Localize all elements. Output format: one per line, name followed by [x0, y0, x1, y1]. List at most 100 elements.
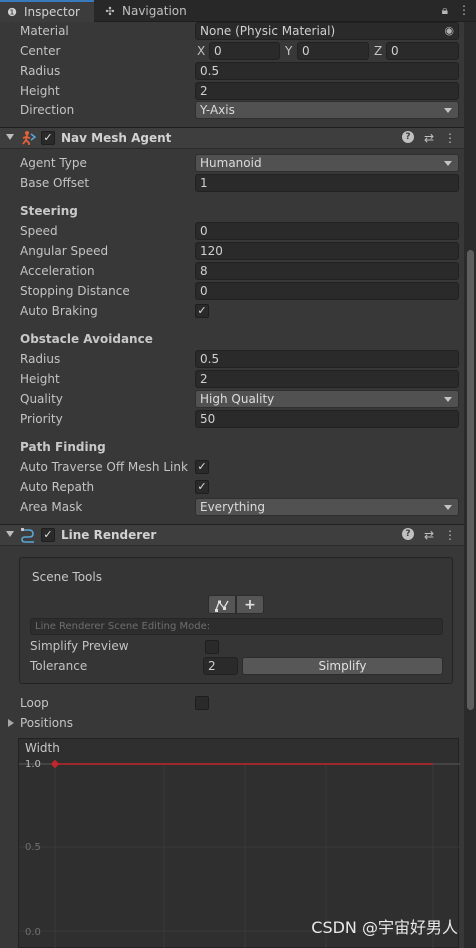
material-value: None (Physic Material)	[200, 24, 336, 38]
collider-radius-field[interactable]: 0.5	[195, 62, 459, 80]
width-tick-0: 0.0	[25, 927, 41, 938]
material-row: Material None (Physic Material) ◉	[0, 22, 464, 41]
speed-row: Speed 0	[0, 221, 464, 241]
edit-mode-field: Line Renderer Scene Editing Mode:	[30, 618, 443, 635]
foldout-arrow-icon[interactable]	[6, 134, 14, 140]
center-z-field[interactable]: 0	[386, 42, 459, 60]
speed-value: 0	[200, 224, 208, 238]
loop-row: Loop	[0, 693, 464, 713]
auto-traverse-checkbox[interactable]: ✓	[195, 460, 209, 474]
path-finding-heading: Path Finding	[20, 440, 106, 454]
line-renderer-enabled-checkbox[interactable]: ✓	[41, 528, 55, 542]
collider-height-field[interactable]: 2	[195, 82, 459, 100]
nav-mesh-agent-icon	[22, 131, 36, 145]
scene-tools-title: Scene Tools	[32, 570, 102, 584]
kebab-menu-icon[interactable]: ⋮	[458, 3, 470, 18]
quality-dropdown[interactable]: High Quality	[195, 390, 459, 408]
component-menu-icon[interactable]: ⋮	[444, 131, 456, 145]
tab-bar: ❶ Inspector ✣ Navigation 🔒︎ ⋮	[0, 0, 476, 22]
steering-heading: Steering	[20, 204, 78, 218]
auto-braking-row: Auto Braking ✓	[0, 301, 464, 321]
speed-field[interactable]: 0	[195, 222, 459, 240]
tolerance-label: Tolerance	[30, 659, 88, 673]
auto-traverse-label: Auto Traverse Off Mesh Link	[20, 460, 188, 474]
scene-tools-panel: Scene Tools + Line Renderer Scene Editin…	[19, 557, 453, 684]
obstacle-avoidance-heading: Obstacle Avoidance	[20, 332, 153, 346]
priority-label: Priority	[20, 412, 63, 426]
inspector-scrollbar[interactable]	[464, 22, 476, 948]
quality-label: Quality	[20, 392, 63, 406]
tolerance-field[interactable]: 2	[203, 657, 238, 675]
presets-icon[interactable]: ⇄	[424, 528, 434, 542]
loop-checkbox[interactable]	[195, 696, 209, 710]
agent-type-dropdown[interactable]: Humanoid	[195, 154, 459, 172]
acceleration-row: Acceleration 8	[0, 261, 464, 281]
object-picker-icon[interactable]: ◉	[444, 24, 454, 37]
acceleration-field[interactable]: 8	[195, 262, 459, 280]
nav-mesh-agent-header[interactable]: ✓ Nav Mesh Agent ? ⇄ ⋮	[0, 127, 464, 149]
agent-radius-label: Radius	[20, 352, 61, 366]
chevron-down-icon	[444, 161, 452, 166]
center-y-field[interactable]: 0	[297, 42, 369, 60]
collider-radius-label: Radius	[20, 64, 61, 78]
stopping-distance-field[interactable]: 0	[195, 282, 459, 300]
foldout-arrow-icon[interactable]	[8, 719, 14, 727]
tab-inspector-label: Inspector	[24, 5, 80, 19]
tab-navigation[interactable]: ✣ Navigation	[100, 0, 187, 22]
priority-row: Priority 50	[0, 409, 464, 429]
simplify-button[interactable]: Simplify	[242, 657, 443, 675]
priority-field[interactable]: 50	[195, 410, 459, 428]
nav-mesh-agent-enabled-checkbox[interactable]: ✓	[41, 131, 55, 145]
line-renderer-header[interactable]: ✓ Line Renderer ? ⇄ ⋮	[0, 524, 464, 546]
component-menu-icon[interactable]: ⋮	[444, 528, 456, 542]
angular-speed-field[interactable]: 120	[195, 242, 459, 260]
positions-row[interactable]: Positions	[0, 713, 464, 733]
agent-height-field[interactable]: 2	[195, 370, 459, 388]
base-offset-label: Base Offset	[20, 176, 90, 190]
help-icon[interactable]: ?	[401, 528, 414, 540]
create-points-button[interactable]: +	[236, 595, 264, 614]
path-heading-row: Path Finding	[0, 437, 464, 457]
tab-inspector[interactable]: ❶ Inspector	[0, 0, 94, 22]
auto-repath-checkbox[interactable]: ✓	[195, 480, 209, 494]
center-label: Center	[20, 44, 61, 58]
scene-tools-toolbar: +	[208, 595, 264, 614]
center-z-value: 0	[391, 44, 399, 58]
steering-heading-row: Steering	[0, 201, 464, 221]
help-icon[interactable]: ?	[401, 131, 414, 143]
lock-icon[interactable]: 🔒︎	[442, 3, 448, 18]
info-icon: ❶	[7, 5, 17, 19]
material-label: Material	[20, 24, 69, 38]
tab-navigation-label: Navigation	[122, 4, 187, 18]
center-x-field[interactable]: 0	[209, 42, 280, 60]
material-field[interactable]: None (Physic Material) ◉	[195, 22, 459, 40]
direction-dropdown[interactable]: Y-Axis	[195, 101, 459, 119]
direction-label: Direction	[20, 103, 75, 117]
angular-speed-label: Angular Speed	[20, 244, 109, 258]
navigation-icon: ✣	[105, 4, 115, 18]
stopping-distance-row: Stopping Distance 0	[0, 281, 464, 301]
collider-radius-row: Radius 0.5	[0, 61, 464, 81]
agent-type-label: Agent Type	[20, 156, 87, 170]
watermark-text: CSDN @宇宙好男人	[311, 918, 458, 937]
obstacle-heading-row: Obstacle Avoidance	[0, 329, 464, 349]
width-label: Width	[25, 741, 60, 755]
collider-height-row: Height 2	[0, 81, 464, 101]
agent-type-row: Agent Type Humanoid	[0, 153, 464, 173]
scrollbar-thumb[interactable]	[467, 250, 474, 710]
edit-points-button[interactable]	[208, 595, 236, 614]
auto-braking-checkbox[interactable]: ✓	[195, 304, 209, 318]
base-offset-field[interactable]: 1	[195, 174, 459, 192]
tolerance-value: 2	[208, 659, 216, 673]
collider-radius-value: 0.5	[200, 64, 220, 78]
simplify-preview-checkbox[interactable]	[205, 640, 219, 654]
chevron-down-icon	[444, 505, 452, 510]
base-offset-row: Base Offset 1	[0, 173, 464, 193]
presets-icon[interactable]: ⇄	[424, 131, 434, 145]
width-curve-key[interactable]	[50, 759, 60, 769]
loop-label: Loop	[20, 696, 49, 710]
auto-repath-row: Auto Repath ✓	[0, 477, 464, 497]
agent-radius-field[interactable]: 0.5	[195, 350, 459, 368]
area-mask-dropdown[interactable]: Everything	[195, 498, 459, 516]
foldout-arrow-icon[interactable]	[6, 531, 14, 537]
